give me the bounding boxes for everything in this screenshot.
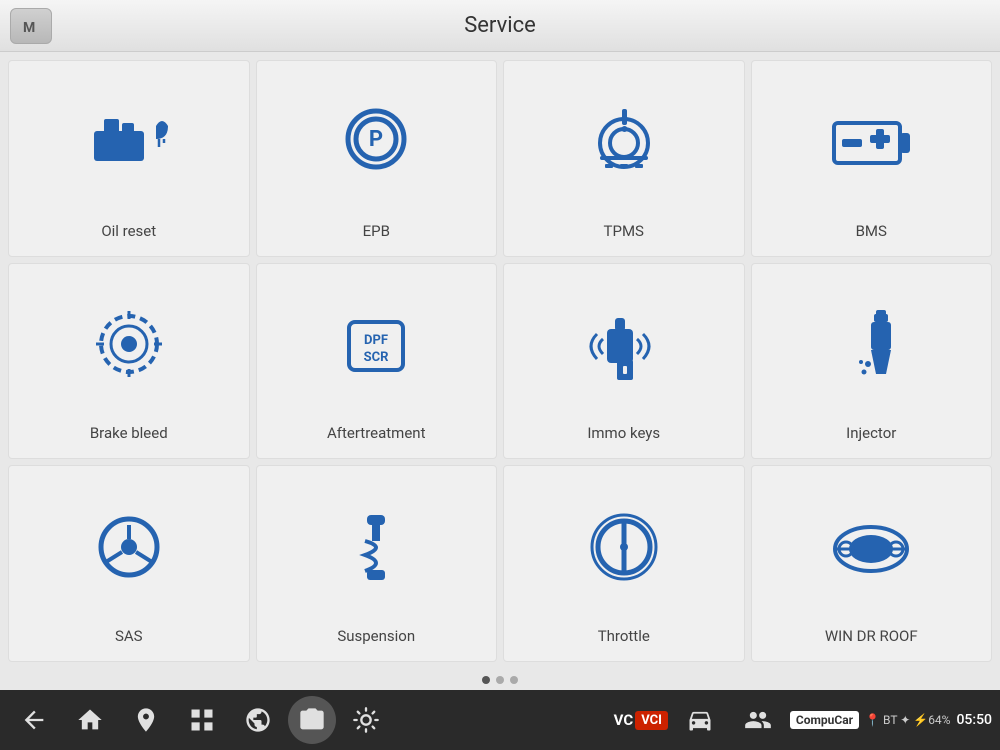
main-content: Oil reset P EPB [0,52,1000,670]
win-dr-roof-icon-area [826,476,916,617]
settings-button[interactable] [340,696,392,744]
page-title: Service [464,13,536,38]
home2-button[interactable] [120,696,172,744]
window-button[interactable] [176,696,228,744]
tpms-label: TPMS [604,222,644,246]
bms-label: BMS [856,222,887,246]
header: M Service [0,0,1000,52]
camera-button[interactable] [288,696,336,744]
grid-item-oil-reset[interactable]: Oil reset [8,60,250,257]
grid-item-injector[interactable]: Injector [751,263,993,460]
home-m-button[interactable]: M [10,8,52,44]
globe-button[interactable] [232,696,284,744]
time-display: 05:50 [956,712,992,728]
brake-bleed-label: Brake bleed [90,424,168,448]
compucar-logo: CompuCar [790,711,859,729]
brake-bleed-icon-area [84,274,174,415]
vci-badge: VCI [635,711,668,730]
epb-icon-area: P [331,71,421,212]
grid-row-2: Brake bleed DPF SCR Aftertreatment [8,263,992,460]
home-button[interactable] [64,696,116,744]
grid-item-sas[interactable]: SAS [8,465,250,662]
injector-label: Injector [846,424,896,448]
page-dots [0,670,1000,690]
grid-item-throttle[interactable]: Throttle [503,465,745,662]
svg-text:DPF: DPF [364,333,388,348]
bms-icon-area [826,71,916,212]
grid-item-tpms[interactable]: TPMS [503,60,745,257]
win-dr-roof-label: WIN DR ROOF [825,627,918,651]
injector-icon-area [826,274,916,415]
dot-1 [482,676,490,684]
aftertreatment-icon-area: DPF SCR [331,274,421,415]
suspension-label: Suspension [337,627,415,651]
immo-keys-label: Immo keys [587,424,660,448]
grid-item-suspension[interactable]: Suspension [256,465,498,662]
grid-item-immo-keys[interactable]: Immo keys [503,263,745,460]
throttle-icon-area [579,476,669,617]
aftertreatment-label: Aftertreatment [327,424,425,448]
epb-label: EPB [363,222,390,246]
people-icon[interactable] [732,696,784,744]
sas-label: SAS [115,627,143,651]
grid-item-win-dr-roof[interactable]: WIN DR ROOF [751,465,993,662]
grid-item-brake-bleed[interactable]: Brake bleed [8,263,250,460]
svg-text:M: M [23,20,35,36]
svg-text:SCR: SCR [364,350,390,365]
bottom-bar: VC VCI CompuCar 📍 BT ✦ ⚡64% 05:50 [0,690,1000,750]
svg-text:P: P [369,127,383,152]
throttle-label: Throttle [598,627,650,651]
grid-row-1: Oil reset P EPB [8,60,992,257]
grid-item-aftertreatment[interactable]: DPF SCR Aftertreatment [256,263,498,460]
status-text: 📍 BT ✦ ⚡64% [865,713,950,727]
dot-3 [510,676,518,684]
grid-item-bms[interactable]: BMS [751,60,993,257]
grid-row-3: SAS Suspension [8,465,992,662]
dot-2 [496,676,504,684]
oil-reset-label: Oil reset [101,222,156,246]
immo-keys-icon-area [579,274,669,415]
car-icon[interactable] [674,696,726,744]
oil-reset-icon-area [84,71,174,212]
suspension-icon-area [331,476,421,617]
sas-icon-area [84,476,174,617]
back-button[interactable] [8,696,60,744]
bottom-icons-left [8,696,392,744]
bottom-bar-right: VC VCI CompuCar 📍 BT ✦ ⚡64% 05:50 [614,696,992,744]
tpms-icon-area [579,71,669,212]
grid-item-epb[interactable]: P EPB [256,60,498,257]
